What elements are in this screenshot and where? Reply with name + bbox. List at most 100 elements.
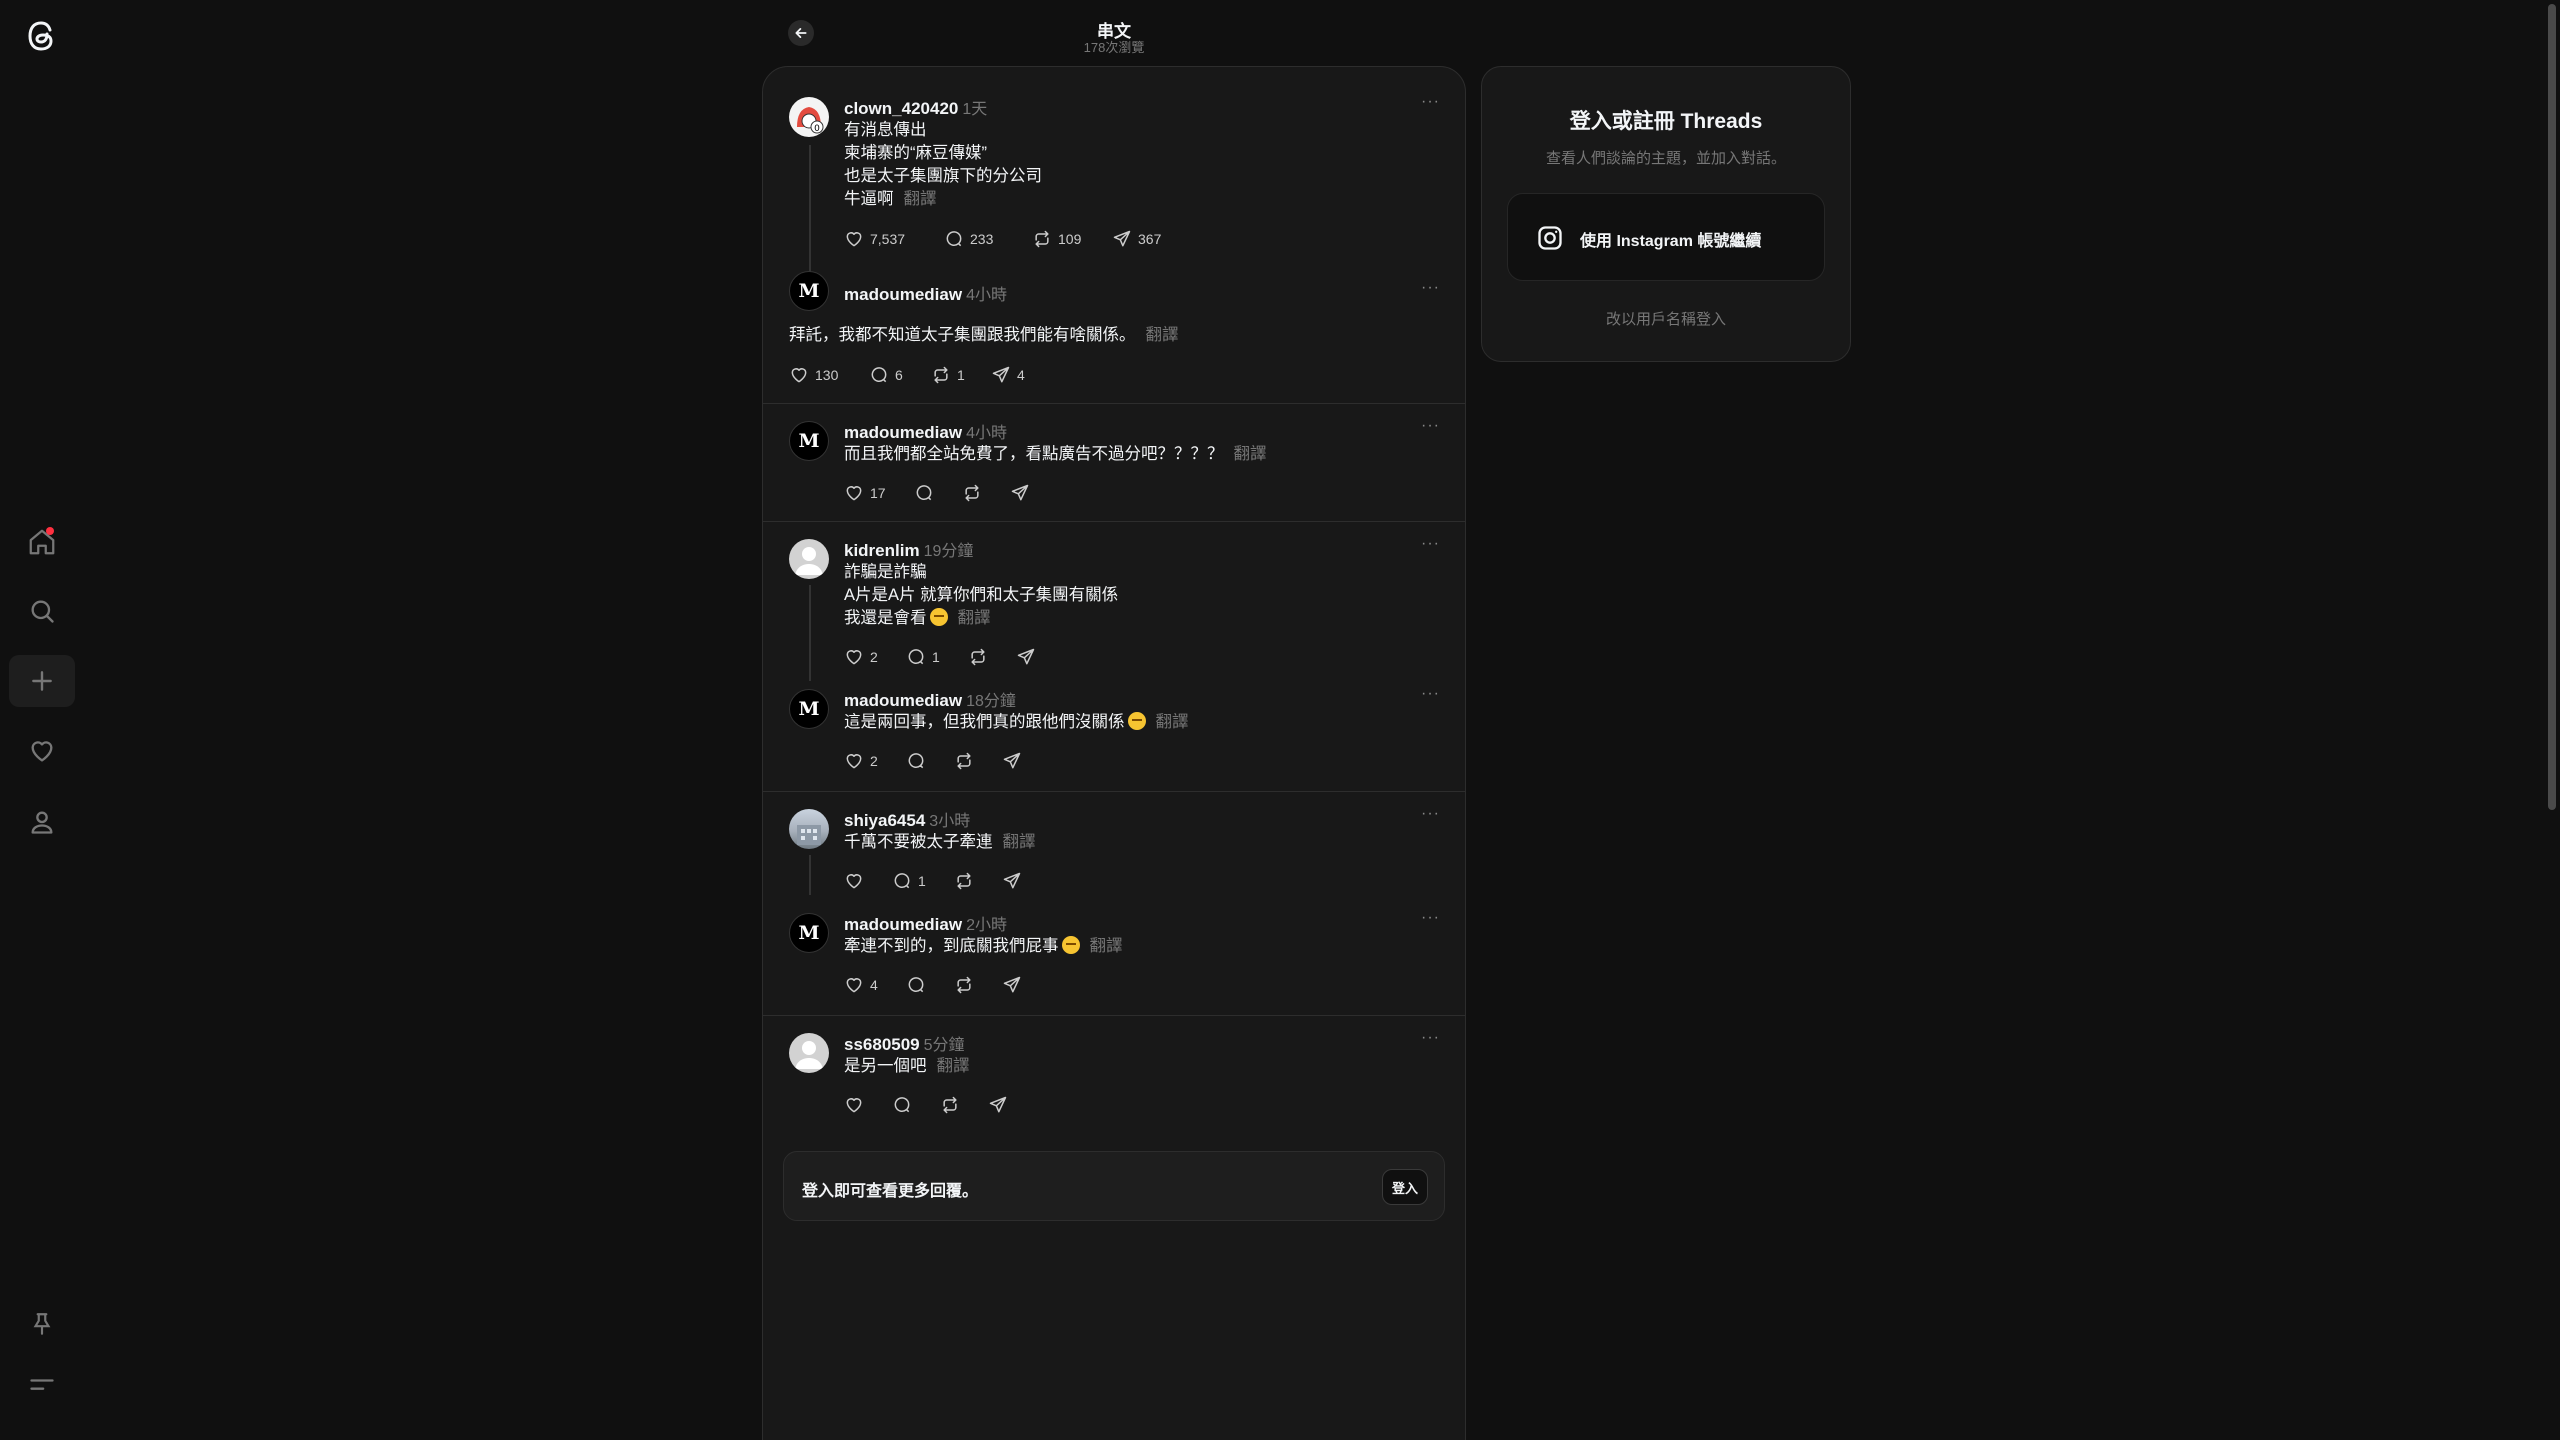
translate-link[interactable]: 翻譯	[904, 190, 937, 208]
menu-icon	[30, 1379, 54, 1390]
scrollbar[interactable]	[2544, 0, 2560, 1440]
share-button[interactable]	[1016, 645, 1036, 669]
menu-button[interactable]	[9, 1358, 75, 1410]
timestamp: 5分鐘	[923, 1037, 965, 1054]
like-button[interactable]: 17	[844, 481, 914, 505]
avatar[interactable]	[789, 539, 829, 579]
reply-button[interactable]: 1	[906, 645, 968, 669]
reply-button[interactable]	[906, 749, 954, 773]
like-button[interactable]: 2	[844, 645, 906, 669]
heart-icon	[846, 978, 862, 993]
timestamp: 19分鐘	[923, 543, 974, 560]
more-options-button[interactable]: ···	[1421, 909, 1440, 927]
like-button[interactable]	[844, 1093, 892, 1117]
post-body: 而且我們都全站免費了，看點廣告不過分吧？？？？ 翻譯	[844, 445, 1267, 463]
nav-activity-button[interactable]	[9, 725, 75, 777]
reply-icon	[916, 485, 932, 501]
repost-button[interactable]: 109	[1032, 227, 1112, 251]
like-count: 2	[870, 753, 878, 769]
threads-logo-icon[interactable]	[22, 16, 62, 56]
nav-home-button[interactable]	[9, 516, 75, 568]
more-options-button[interactable]: ···	[1421, 805, 1440, 823]
reply-icon	[894, 1097, 910, 1113]
translate-link[interactable]: 翻譯	[1156, 713, 1189, 731]
nav-profile-button[interactable]	[9, 796, 75, 848]
more-options-button[interactable]: ···	[1421, 417, 1440, 435]
like-button[interactable]: 2	[844, 749, 906, 773]
reply-button[interactable]: 1	[892, 869, 954, 893]
more-options-button[interactable]: ···	[1421, 685, 1440, 703]
like-button[interactable]	[844, 869, 892, 893]
share-icon	[1011, 484, 1029, 501]
translate-link[interactable]: 翻譯	[1146, 326, 1179, 344]
share-button[interactable]	[988, 1093, 1008, 1117]
reply-icon	[946, 231, 962, 247]
repost-button[interactable]	[954, 973, 1002, 997]
repost-button[interactable]	[954, 749, 1002, 773]
share-icon	[1003, 872, 1021, 889]
nav-create-button[interactable]	[9, 655, 75, 707]
repost-icon	[957, 976, 971, 994]
share-button[interactable]	[1010, 481, 1030, 505]
more-options-button[interactable]: ···	[1421, 279, 1440, 297]
pin-icon	[33, 1313, 51, 1335]
username[interactable]: ss680509	[844, 1035, 920, 1054]
repost-button[interactable]	[954, 869, 1002, 893]
reply-button[interactable]: 233	[944, 227, 1032, 251]
more-options-button[interactable]: ···	[1421, 93, 1440, 111]
repost-button[interactable]	[962, 481, 1010, 505]
reply-button[interactable]	[914, 481, 962, 505]
username[interactable]: madoumediaw	[844, 285, 962, 304]
translate-link[interactable]: 翻譯	[1090, 937, 1123, 955]
like-button[interactable]: 130	[789, 363, 869, 387]
avatar[interactable]: M	[789, 271, 829, 311]
heart-icon	[846, 1098, 862, 1113]
avatar[interactable]: 0	[789, 97, 829, 137]
avatar[interactable]	[789, 1033, 829, 1073]
like-count: 4	[870, 977, 878, 993]
plus-icon	[32, 671, 52, 691]
translate-link[interactable]: 翻譯	[1234, 445, 1267, 463]
share-button[interactable]	[1002, 749, 1022, 773]
scrollbar-thumb[interactable]	[2548, 4, 2556, 810]
share-icon	[1003, 976, 1021, 993]
username[interactable]: kidrenlim	[844, 541, 920, 560]
username[interactable]: madoumediaw	[844, 691, 962, 710]
avatar[interactable]: M	[789, 421, 829, 461]
username[interactable]: madoumediaw	[844, 915, 962, 934]
repost-button[interactable]	[940, 1093, 988, 1117]
instagram-login-label: 使用 Instagram 帳號繼續	[1580, 233, 1762, 250]
like-button[interactable]: 4	[844, 973, 906, 997]
translate-link[interactable]: 翻譯	[1003, 833, 1036, 851]
pin-button[interactable]	[9, 1298, 75, 1350]
instagram-login-button[interactable]: 使用 Instagram 帳號繼續	[1507, 193, 1825, 281]
like-count: 130	[815, 367, 839, 383]
nav-search-button[interactable]	[9, 585, 75, 637]
more-options-button[interactable]: ···	[1421, 535, 1440, 553]
repost-button[interactable]: 1	[931, 363, 991, 387]
avatar[interactable]: M	[789, 913, 829, 953]
repost-button[interactable]	[968, 645, 1016, 669]
username-login-link[interactable]: 改以用戶名稱登入	[1482, 308, 1850, 329]
heart-icon	[846, 754, 862, 769]
avatar[interactable]: M	[789, 689, 829, 729]
like-button[interactable]: 7,537	[844, 227, 944, 251]
share-button[interactable]	[1002, 973, 1022, 997]
login-button[interactable]: 登入	[1382, 1169, 1428, 1205]
share-button[interactable]: 4	[991, 363, 1025, 387]
username[interactable]: madoumediaw	[844, 423, 962, 442]
reply-button[interactable]	[906, 973, 954, 997]
translate-link[interactable]: 翻譯	[937, 1057, 970, 1075]
post-body: 拜託，我都不知道太子集團跟我們能有啥關係。 翻譯	[789, 326, 1179, 344]
username[interactable]: clown_420420	[844, 99, 958, 118]
username[interactable]: shiya6454	[844, 811, 925, 830]
repost-icon	[957, 752, 971, 770]
post-actions: 17	[844, 481, 1030, 505]
share-button[interactable]: 367	[1112, 227, 1161, 251]
more-options-button[interactable]: ···	[1421, 1029, 1440, 1047]
translate-link[interactable]: 翻譯	[958, 609, 991, 627]
share-button[interactable]	[1002, 869, 1022, 893]
reply-button[interactable]: 6	[869, 363, 931, 387]
avatar[interactable]	[789, 809, 829, 849]
reply-button[interactable]	[892, 1093, 940, 1117]
